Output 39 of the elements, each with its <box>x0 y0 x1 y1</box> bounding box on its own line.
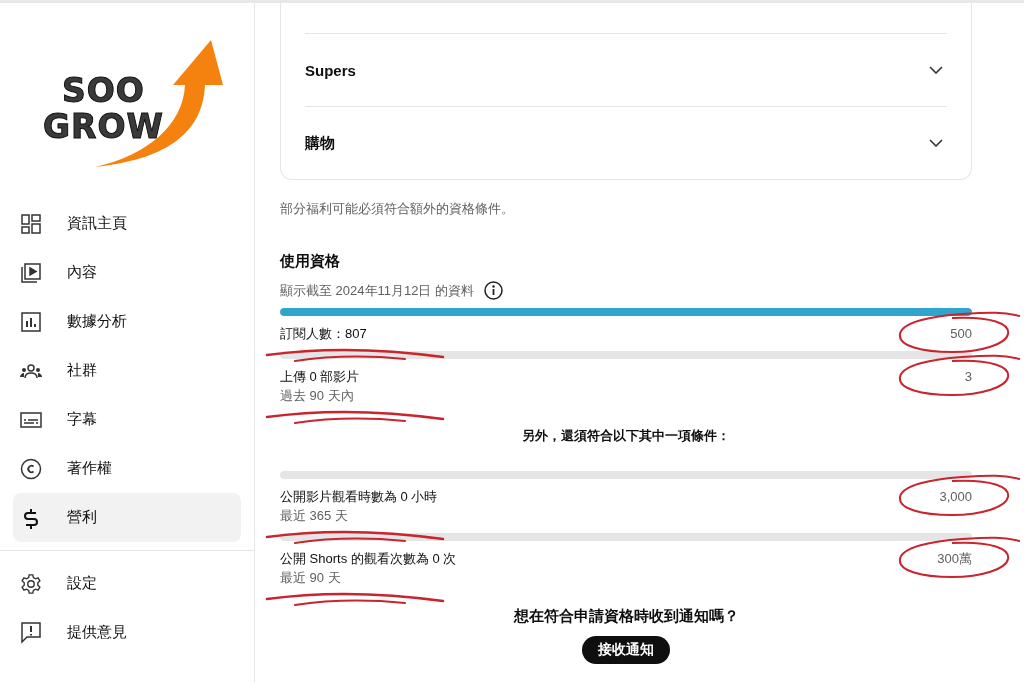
note-text: 部分福利可能必須符合額外的資格條件。 <box>280 200 515 218</box>
section-title: 使用資格 <box>280 252 341 271</box>
notify-button[interactable]: 接收通知 <box>582 636 670 664</box>
bar-chart-icon <box>19 311 43 332</box>
requirement-label: 上傳 0 部影片 <box>280 368 360 386</box>
notify-question: 想在符合申請資格時收到通知嗎？ <box>512 607 740 626</box>
requirement-label: 訂閱人數：807 <box>280 325 367 343</box>
target-value: 3 <box>964 369 972 384</box>
sidebar-item[interactable]: 字幕 <box>13 395 241 444</box>
target-value: 3,000 <box>939 489 972 504</box>
accordion-row[interactable]: Supers <box>305 33 947 106</box>
sidebar-item[interactable]: 提供意見 <box>13 608 241 657</box>
feedback-icon <box>19 621 43 644</box>
requirement-period: 最近 365 天 <box>280 507 349 525</box>
requirement-period: 最近 90 天 <box>280 569 342 587</box>
copyright-icon <box>19 457 43 480</box>
settings-icon <box>19 572 43 595</box>
sidebar-item[interactable]: 資訊主頁 <box>13 199 241 248</box>
video-icon <box>19 262 43 283</box>
sidebar-item[interactable]: 設定 <box>13 559 241 608</box>
people-icon <box>19 362 43 379</box>
accordion-row[interactable]: 購物 <box>305 106 947 179</box>
target-value: 500 <box>950 326 972 341</box>
dashboard-icon <box>19 213 43 234</box>
info-icon[interactable] <box>484 281 504 300</box>
requirement-label: 公開 Shorts 的觀看次數為 0 次 <box>280 550 457 568</box>
requirement-period: 過去 90 天內 <box>280 387 355 405</box>
sidebar-item[interactable]: 社群 <box>13 346 241 395</box>
sidebar-item[interactable]: 著作權 <box>13 444 241 493</box>
sidebar-item[interactable]: 內容 <box>13 248 241 297</box>
sidebar-item[interactable]: 數據分析 <box>13 297 241 346</box>
logo-text: SOO <box>62 73 145 109</box>
condition-heading: 另外，還須符合以下其中一項條件： <box>521 427 731 445</box>
requirement-label: 公開影片觀看時數為 0 小時 <box>280 488 438 506</box>
subtitles-icon <box>19 411 43 428</box>
sidebar-item[interactable]: 營利 <box>13 493 241 542</box>
date-note: 顯示截至 2024年11月12日 的資料 <box>280 281 475 300</box>
target-value: 300萬 <box>937 551 972 566</box>
logo-text: GROW <box>43 109 164 145</box>
